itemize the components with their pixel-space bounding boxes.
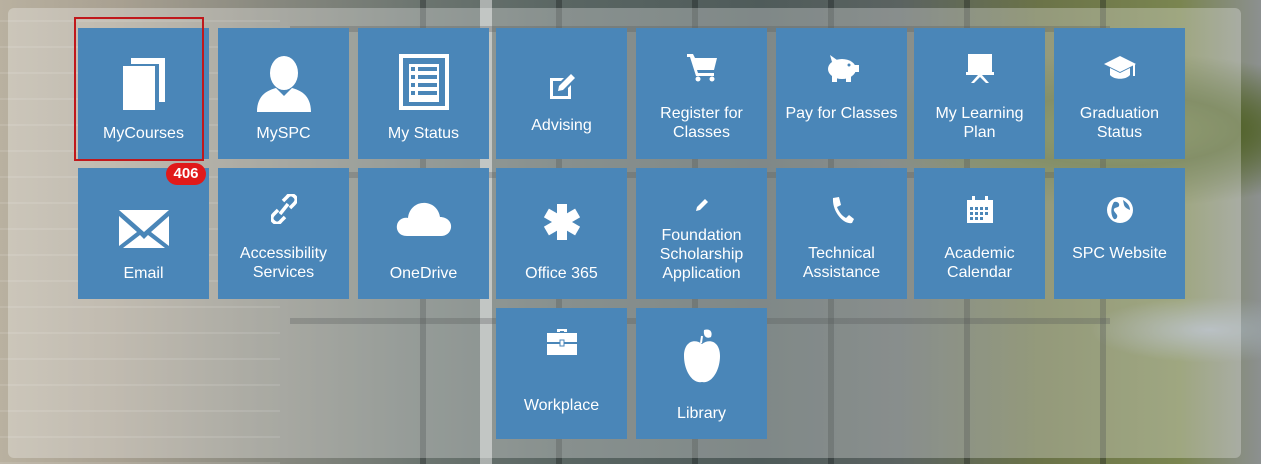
tile-label: Pay for Classes — [785, 105, 898, 122]
tile-label: Technical Assistance — [802, 245, 881, 281]
tile-advising[interactable]: Advising — [496, 28, 627, 159]
list-icon — [358, 54, 489, 110]
tile-website[interactable]: SPC Website — [1054, 168, 1185, 299]
tile-label: Library — [677, 405, 726, 422]
tile-myspc[interactable]: MySPC — [218, 28, 349, 159]
tile-label: Office 365 — [525, 265, 598, 282]
graduation-cap-icon — [1054, 54, 1185, 82]
calendar-icon — [914, 196, 1045, 224]
tile-label: Academic Calendar — [944, 245, 1015, 281]
briefcase-icon — [496, 328, 627, 356]
tile-label: MyCourses — [103, 125, 184, 142]
tile-label: Register for Classes — [660, 105, 743, 141]
tile-email[interactable]: Email — [78, 168, 209, 299]
tile-label: Workplace — [523, 397, 600, 414]
cart-icon — [636, 52, 767, 82]
globe-icon — [1054, 196, 1185, 224]
tile-calendar[interactable]: Academic Calendar — [914, 168, 1045, 299]
apple-icon — [636, 328, 767, 384]
tile-label: OneDrive — [389, 265, 458, 282]
phone-icon — [776, 196, 907, 224]
tile-grid: MyCourses MySPC My Status Advising Regis… — [0, 0, 1261, 464]
tile-label: Email — [123, 265, 164, 282]
tile-accessibility[interactable]: Accessibility Services — [218, 168, 349, 299]
envelope-icon — [78, 208, 209, 248]
tile-label: SPC Website — [1072, 245, 1167, 262]
pencil-icon — [636, 198, 767, 212]
tile-label: My Learning Plan — [935, 105, 1024, 141]
email-unread-badge: 406 — [166, 163, 206, 185]
tile-technical[interactable]: Technical Assistance — [776, 168, 907, 299]
tile-graduation[interactable]: Graduation Status — [1054, 28, 1185, 159]
tile-label: Accessibility Services — [239, 245, 328, 281]
tile-label: Graduation Status — [1079, 105, 1160, 141]
tile-learningplan[interactable]: My Learning Plan — [914, 28, 1045, 159]
tile-label: MySPC — [256, 125, 311, 142]
book-icon — [78, 56, 209, 112]
tile-label: Advising — [531, 117, 592, 134]
tile-mystatus[interactable]: My Status — [358, 28, 489, 159]
tile-onedrive[interactable]: OneDrive — [358, 168, 489, 299]
tile-foundation[interactable]: Foundation Scholarship Application — [636, 168, 767, 299]
tile-label: Foundation Scholarship Application — [659, 227, 744, 282]
tile-library[interactable]: Library — [636, 308, 767, 439]
piggy-bank-icon — [776, 54, 907, 82]
user-icon — [218, 56, 349, 112]
cloud-icon — [358, 200, 489, 238]
edit-square-icon — [496, 72, 627, 102]
easel-icon — [914, 52, 1045, 84]
tile-office365[interactable]: Office 365 — [496, 168, 627, 299]
tile-label: My Status — [387, 125, 460, 142]
tile-workplace[interactable]: Workplace — [496, 308, 627, 439]
link-icon — [218, 194, 349, 224]
asterisk-icon — [496, 204, 627, 240]
tile-pay[interactable]: Pay for Classes — [776, 28, 907, 159]
tile-mycourses[interactable]: MyCourses — [78, 28, 209, 159]
tile-register[interactable]: Register for Classes — [636, 28, 767, 159]
